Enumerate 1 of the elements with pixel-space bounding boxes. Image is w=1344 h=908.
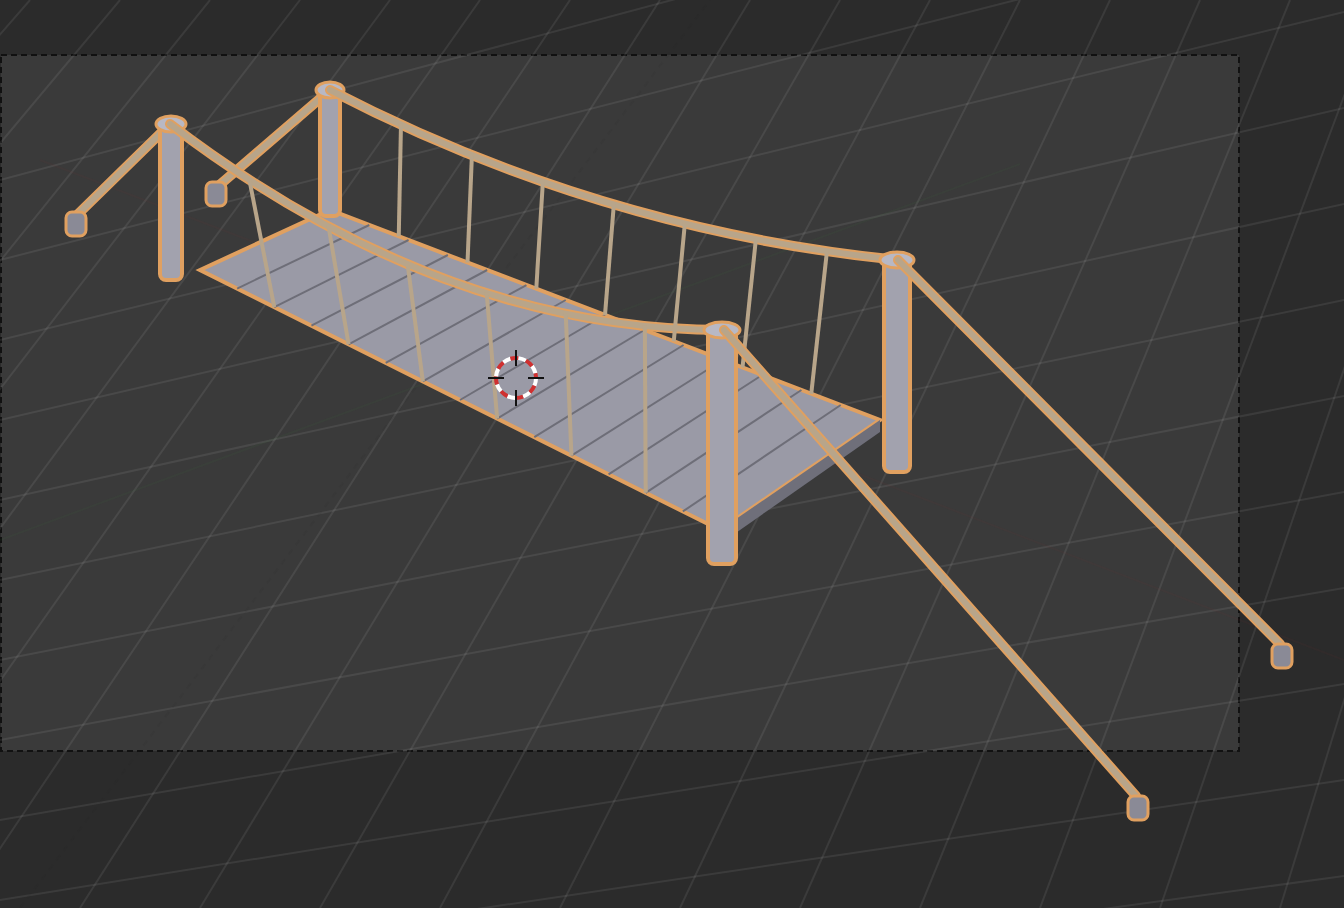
3d-cursor-icon bbox=[487, 349, 545, 407]
